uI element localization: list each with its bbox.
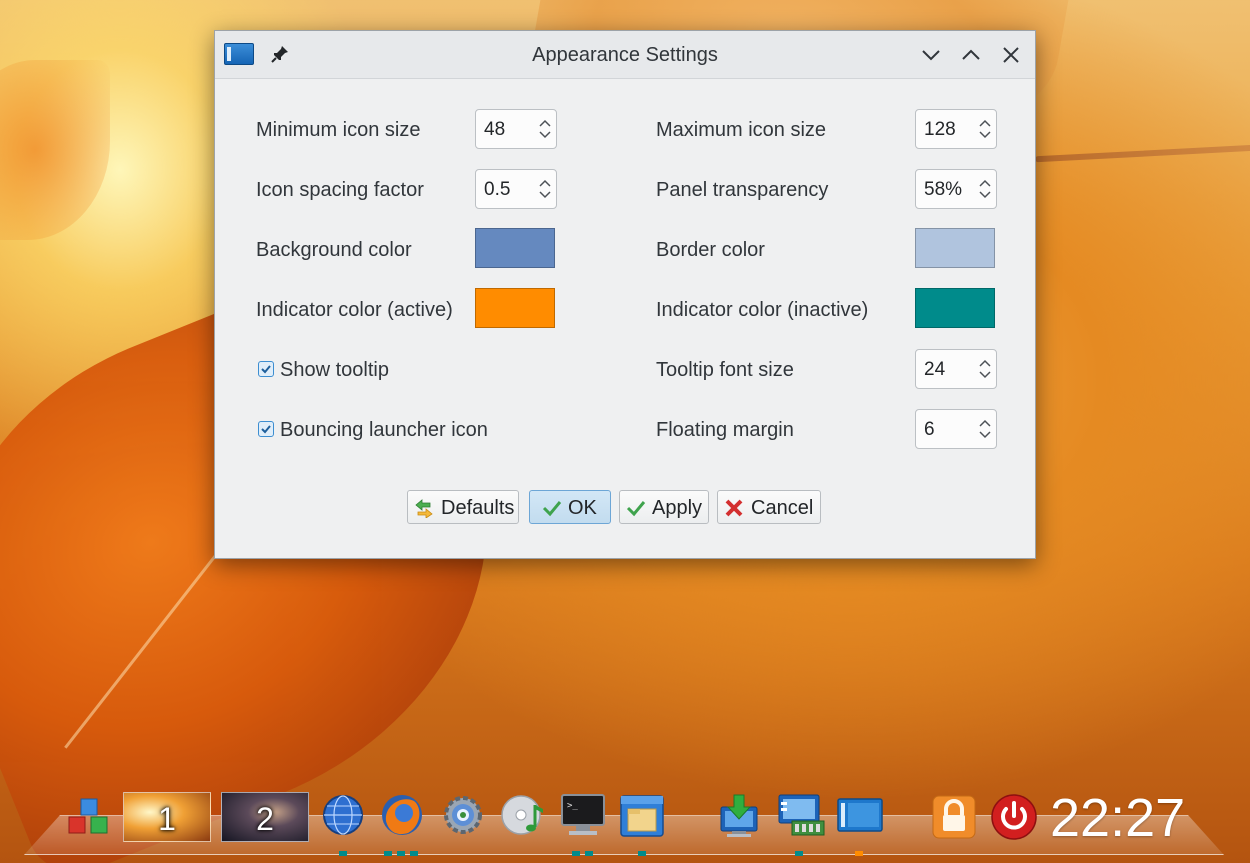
- desktop-1-thumbnail[interactable]: 1: [123, 792, 211, 842]
- running-indicator: [410, 851, 418, 856]
- min-icon-size-spinbox[interactable]: 48: [475, 109, 557, 149]
- desktop-number: 1: [158, 801, 176, 837]
- floating-margin-label: Floating margin: [656, 419, 794, 441]
- cancel-button[interactable]: Cancel: [717, 490, 821, 524]
- max-icon-size-label: Maximum icon size: [656, 119, 827, 141]
- running-indicator: [397, 851, 405, 856]
- max-icon-size-value: 128: [924, 119, 956, 140]
- minimize-chevron-down-icon[interactable]: [919, 43, 943, 67]
- tooltip-font-size-spinbox[interactable]: 24: [915, 349, 997, 389]
- indicator-active-label: Indicator color (active): [256, 299, 453, 321]
- file-manager-icon[interactable]: [618, 793, 666, 839]
- media-disc-icon[interactable]: [499, 793, 549, 839]
- icon-spacing-label: Icon spacing factor: [256, 179, 424, 201]
- spin-arrows-icon[interactable]: [538, 177, 552, 201]
- maximize-chevron-up-icon[interactable]: [959, 43, 983, 67]
- show-tooltip-checkbox[interactable]: [258, 361, 274, 377]
- cancel-label: Cancel: [751, 497, 814, 519]
- running-indicator: [585, 851, 593, 856]
- icon-spacing-value: 0.5: [484, 179, 511, 200]
- panel-transparency-label: Panel transparency: [656, 179, 829, 201]
- apply-label: Apply: [652, 497, 703, 519]
- download-icon[interactable]: [718, 793, 760, 839]
- spin-arrows-icon[interactable]: [978, 117, 992, 141]
- checkmark-icon: [261, 365, 271, 374]
- tooltip-font-size-label: Tooltip font size: [656, 359, 794, 381]
- defaults-label: Defaults: [441, 497, 515, 519]
- wallpaper-twig: [1035, 143, 1250, 163]
- panel-transparency-value: 58%: [924, 179, 963, 200]
- ok-button[interactable]: OK: [529, 490, 611, 524]
- checkmark-icon: [626, 501, 646, 517]
- max-icon-size-spinbox[interactable]: 128: [915, 109, 997, 149]
- wallpaper-leaf: [0, 60, 110, 240]
- power-icon[interactable]: [990, 793, 1038, 841]
- indicator-inactive-color-swatch[interactable]: [915, 288, 995, 328]
- defaults-button[interactable]: Defaults: [407, 490, 519, 524]
- network-monitor-icon[interactable]: [776, 793, 826, 839]
- running-indicator: [855, 851, 863, 856]
- running-indicator: [795, 851, 803, 856]
- checkmark-icon: [261, 425, 271, 434]
- appearance-settings-dialog: Appearance Settings Minimum icon size 48…: [214, 30, 1036, 559]
- close-icon[interactable]: [999, 43, 1023, 67]
- firefox-icon[interactable]: [378, 791, 426, 839]
- indicator-active-color-swatch[interactable]: [475, 288, 555, 328]
- ok-label: OK: [568, 497, 597, 519]
- background-color-label: Background color: [256, 239, 412, 261]
- window-app-icon[interactable]: [836, 797, 884, 833]
- lock-icon[interactable]: [932, 795, 976, 839]
- globe-icon[interactable]: [321, 793, 365, 837]
- apply-button[interactable]: Apply: [619, 490, 709, 524]
- svg-text:>_: >_: [567, 801, 578, 811]
- spin-arrows-icon[interactable]: [978, 417, 992, 441]
- bouncing-icon-checkbox[interactable]: [258, 421, 274, 437]
- panel-transparency-spinbox[interactable]: 58%: [915, 169, 997, 209]
- spin-arrows-icon[interactable]: [978, 177, 992, 201]
- border-color-swatch[interactable]: [915, 228, 995, 268]
- floating-margin-spinbox[interactable]: 6: [915, 409, 997, 449]
- running-indicator: [638, 851, 646, 856]
- running-indicator: [572, 851, 580, 856]
- running-indicator: [339, 851, 347, 856]
- indicator-inactive-label: Indicator color (inactive): [656, 299, 869, 321]
- floating-margin-value: 6: [924, 419, 935, 440]
- cancel-x-icon: [725, 499, 743, 517]
- settings-gear-icon[interactable]: [441, 793, 485, 837]
- checkmark-icon: [542, 501, 562, 517]
- cube-icon[interactable]: [66, 796, 112, 838]
- desktop-number: 2: [256, 801, 274, 837]
- running-indicator: [384, 851, 392, 856]
- desktop-2-thumbnail[interactable]: 2: [221, 792, 309, 842]
- terminal-icon[interactable]: >_: [560, 793, 606, 837]
- title-bar[interactable]: Appearance Settings: [215, 31, 1035, 79]
- min-icon-size-value: 48: [484, 119, 506, 140]
- clock[interactable]: 22:27: [1050, 787, 1185, 849]
- min-icon-size-label: Minimum icon size: [256, 119, 421, 141]
- spin-arrows-icon[interactable]: [538, 117, 552, 141]
- show-tooltip-label[interactable]: Show tooltip: [280, 359, 389, 382]
- border-color-label: Border color: [656, 239, 765, 261]
- reset-arrow-icon: [415, 499, 433, 518]
- bouncing-icon-label[interactable]: Bouncing launcher icon: [280, 419, 488, 442]
- tooltip-font-size-value: 24: [924, 359, 946, 380]
- window-title: Appearance Settings: [532, 44, 718, 66]
- icon-spacing-spinbox[interactable]: 0.5: [475, 169, 557, 209]
- spin-arrows-icon[interactable]: [978, 357, 992, 381]
- background-color-swatch[interactable]: [475, 228, 555, 268]
